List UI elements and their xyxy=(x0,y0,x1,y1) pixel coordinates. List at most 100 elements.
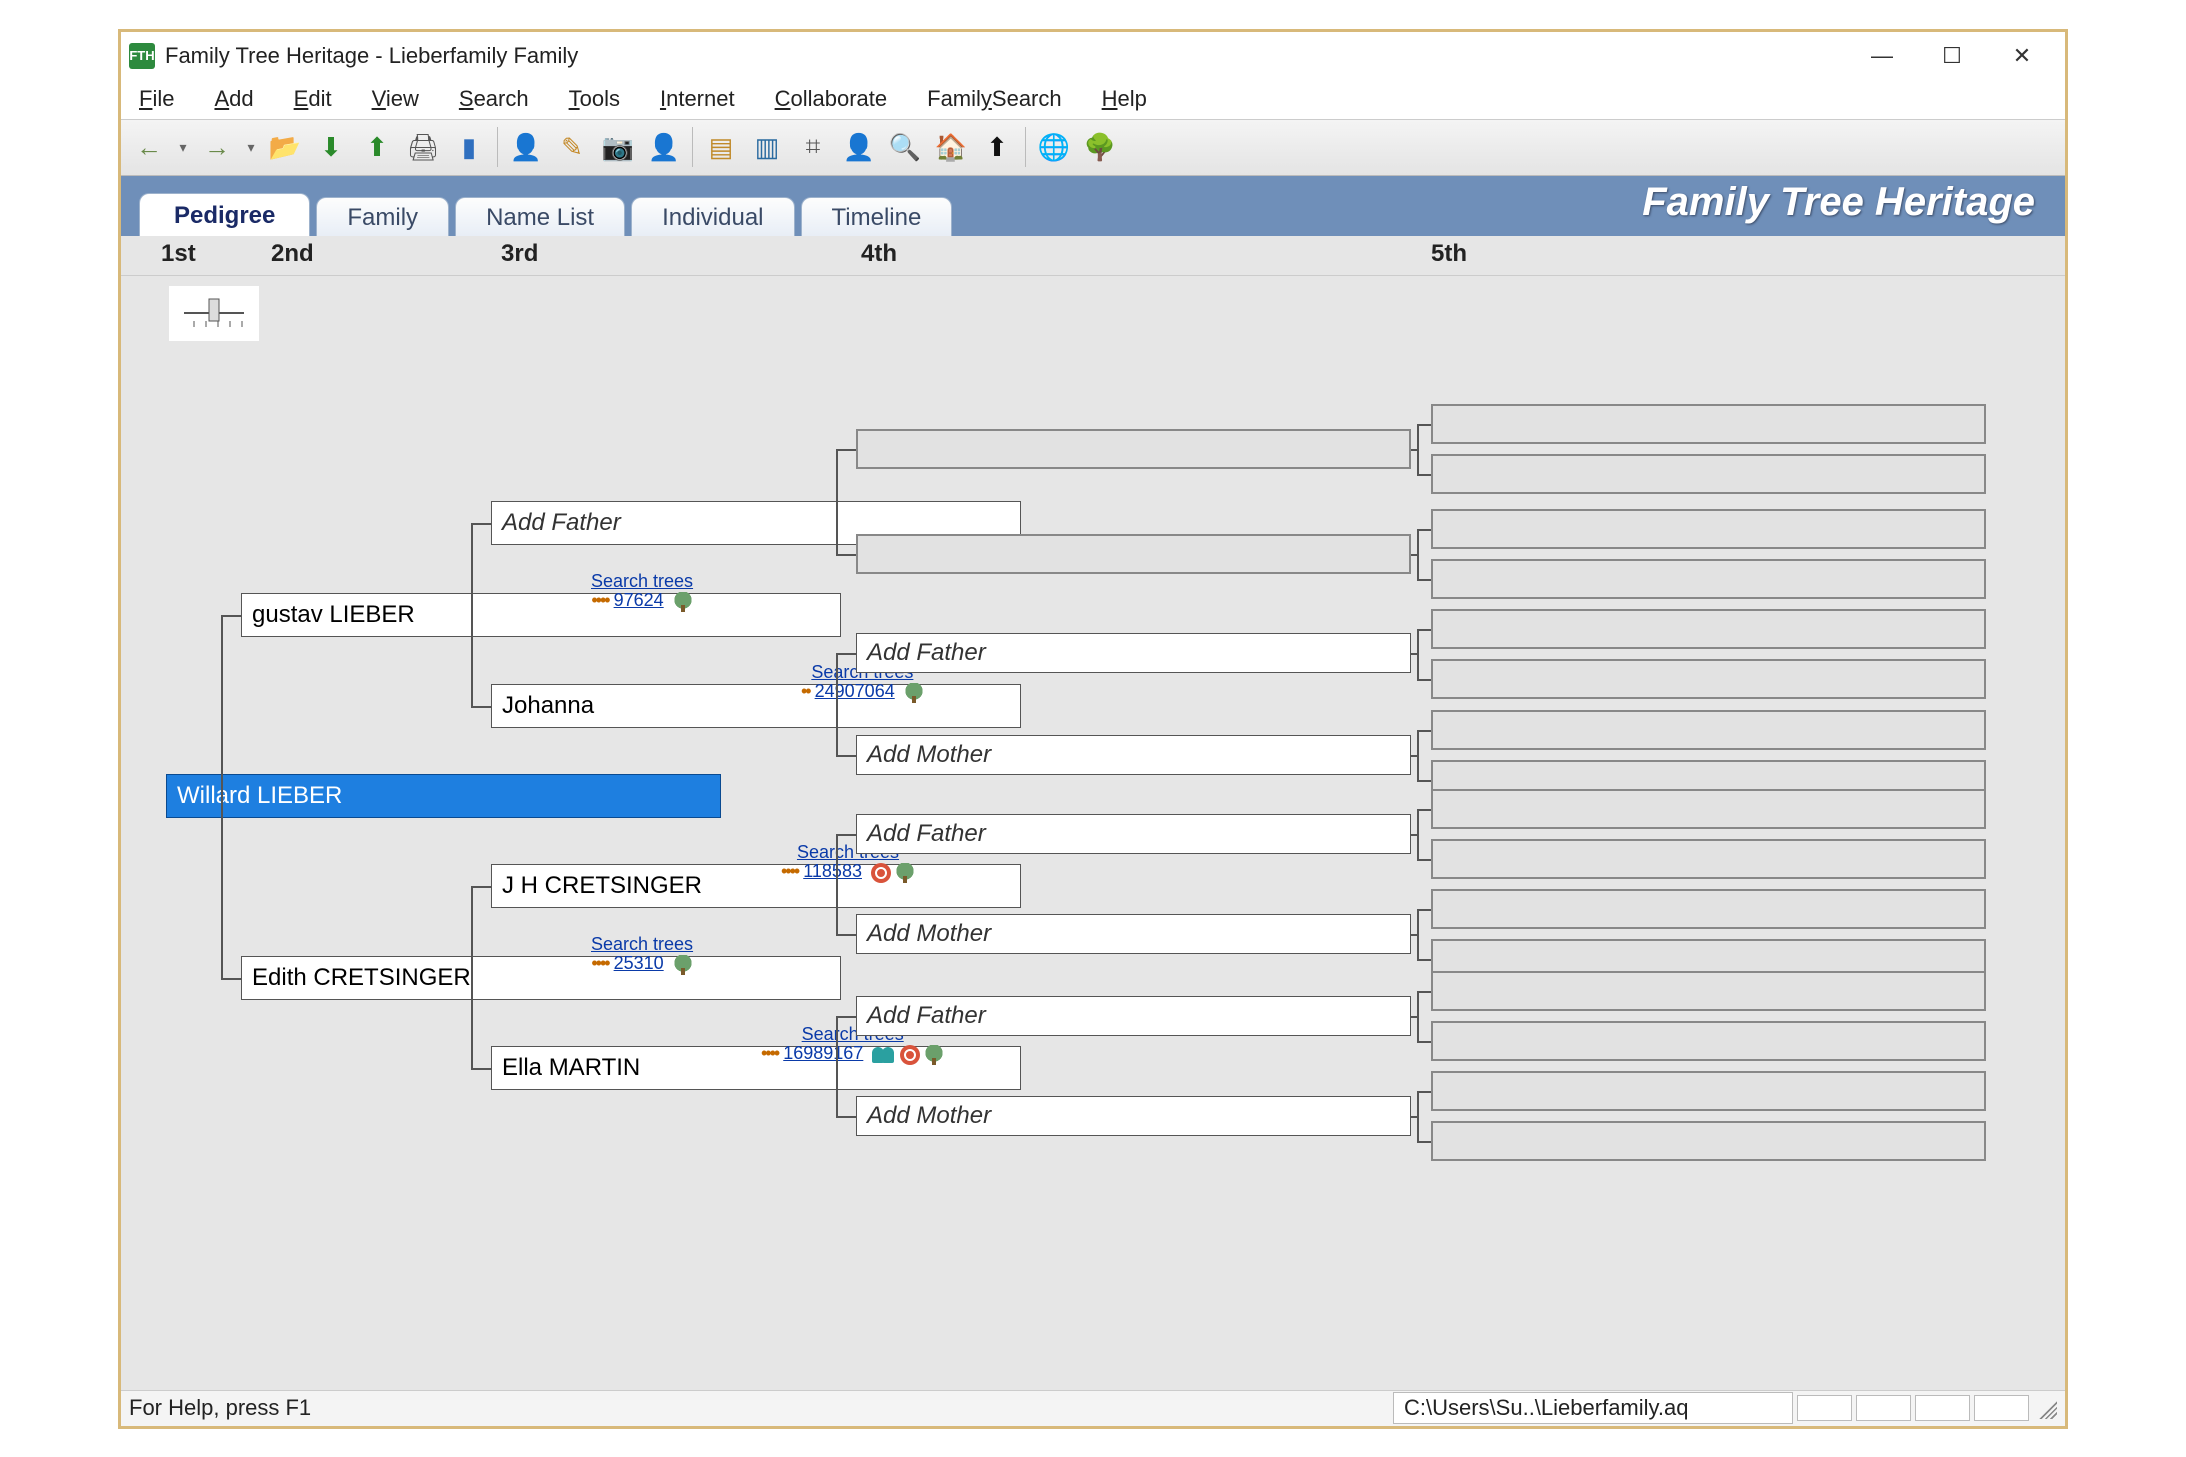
back-icon[interactable]: ← xyxy=(127,125,171,169)
back-dropdown-icon[interactable]: ▾ xyxy=(173,125,193,169)
person-gen5-slot-6[interactable] xyxy=(1431,710,1986,750)
status-cell-2 xyxy=(1856,1395,1911,1421)
view-tabs: Pedigree Family Name List Individual Tim… xyxy=(121,176,2065,236)
menu-tools[interactable]: Tools xyxy=(563,84,626,114)
gen-5-label: 5th xyxy=(1431,240,1467,268)
person-gen5-slot-0[interactable] xyxy=(1431,404,1986,444)
person-gen5-slot-8[interactable] xyxy=(1431,789,1986,829)
app-icon: FTH xyxy=(129,43,155,69)
toolbar: ←▾→▾📂⬇⬆🖨▮👤✎📷👤▤▥⌗👤🔍🏠⬆🌐🌳 xyxy=(121,120,2065,176)
menu-collaborate[interactable]: Collaborate xyxy=(769,84,894,114)
status-cell-1 xyxy=(1797,1395,1852,1421)
add-person-icon[interactable]: 👤 xyxy=(642,125,686,169)
person-gen4-mm-f[interactable]: Add Father xyxy=(856,996,1411,1036)
tab-namelist[interactable]: Name List xyxy=(455,197,625,236)
gen-4-label: 4th xyxy=(861,240,897,268)
tab-timeline[interactable]: Timeline xyxy=(801,197,953,236)
menu-bar: File Add Edit View Search Tools Internet… xyxy=(121,80,2065,120)
gen-3-label: 3rd xyxy=(501,240,538,268)
menu-help[interactable]: Help xyxy=(1096,84,1153,114)
person-gen4-fm-m[interactable]: Add Mother xyxy=(856,735,1411,775)
person-gen5-slot-2[interactable] xyxy=(1431,509,1986,549)
menu-familysearch[interactable]: FamilySearch xyxy=(921,84,1068,114)
person-gen3-fm[interactable]: Johanna xyxy=(491,684,1021,728)
person-gen4-mf-f[interactable]: Add Father xyxy=(856,814,1411,854)
person-gen5-slot-3[interactable] xyxy=(1431,559,1986,599)
menu-edit[interactable]: Edit xyxy=(288,84,338,114)
edit-notes-icon[interactable]: ✎ xyxy=(550,125,594,169)
report-icon[interactable]: ▤ xyxy=(699,125,743,169)
maximize-button[interactable]: ☐ xyxy=(1917,36,1987,76)
export-icon[interactable]: ⬆ xyxy=(355,125,399,169)
forward-dropdown-icon[interactable]: ▾ xyxy=(241,125,261,169)
dna-icon xyxy=(872,1045,896,1065)
brand-label: Family Tree Heritage xyxy=(1642,180,2035,225)
home-icon[interactable]: 🏠 xyxy=(929,125,973,169)
person-gen4-fm-f[interactable]: Add Father xyxy=(856,633,1411,673)
status-file-path: C:\Users\Su..\Lieberfamily.aq xyxy=(1393,1392,1793,1424)
window-title: Family Tree Heritage - Lieberfamily Fami… xyxy=(165,43,578,69)
tree-icon xyxy=(673,592,693,612)
status-cell-4 xyxy=(1974,1395,2029,1421)
tree-icon[interactable]: 🌳 xyxy=(1078,125,1122,169)
person-gen5-slot-1[interactable] xyxy=(1431,454,1986,494)
gen-1-label: 1st xyxy=(161,240,196,268)
status-help-text: For Help, press F1 xyxy=(129,1395,1393,1421)
person-gen4-mm-m[interactable]: Add Mother xyxy=(856,1096,1411,1136)
person-gen5-slot-9[interactable] xyxy=(1431,839,1986,879)
person-gen5-slot-10[interactable] xyxy=(1431,889,1986,929)
person-gen4-mf-m[interactable]: Add Mother xyxy=(856,914,1411,954)
title-bar: FTH Family Tree Heritage - Lieberfamily … xyxy=(121,32,2065,80)
match-icon xyxy=(871,863,891,883)
calendar-icon[interactable]: ▥ xyxy=(745,125,789,169)
print-icon[interactable]: 🖨 xyxy=(401,125,445,169)
bookmark-icon[interactable]: ▮ xyxy=(447,125,491,169)
status-cell-3 xyxy=(1915,1395,1970,1421)
person-gen5-slot-14[interactable] xyxy=(1431,1071,1986,1111)
tab-individual[interactable]: Individual xyxy=(631,197,794,236)
match-icon xyxy=(900,1045,920,1065)
person-gen5-slot-12[interactable] xyxy=(1431,971,1986,1011)
person-gen5-slot-13[interactable] xyxy=(1431,1021,1986,1061)
generation-slider[interactable] xyxy=(169,286,259,341)
person-gen3-mf[interactable]: J H CRETSINGER xyxy=(491,864,1021,908)
person-gen1[interactable]: Willard LIEBER xyxy=(166,774,721,818)
tree-icon xyxy=(673,955,693,975)
media-icon[interactable]: 📷 xyxy=(596,125,640,169)
tab-family[interactable]: Family xyxy=(316,197,449,236)
web-icon[interactable]: 🌐 xyxy=(1032,125,1076,169)
edit-person-icon[interactable]: 👤 xyxy=(504,125,548,169)
minimize-button[interactable]: — xyxy=(1847,36,1917,76)
resize-grip[interactable] xyxy=(2035,1397,2057,1419)
menu-view[interactable]: View xyxy=(366,84,425,114)
status-bar: For Help, press F1 C:\Users\Su..\Lieberf… xyxy=(121,1390,2065,1426)
app-window: FTH Family Tree Heritage - Lieberfamily … xyxy=(118,29,2068,1429)
find-icon[interactable]: 🔍 xyxy=(883,125,927,169)
search-trees-gen2-father[interactable]: Search trees •••• 97624 xyxy=(591,572,693,612)
open-folder-icon[interactable]: 📂 xyxy=(263,125,307,169)
up-arrow-icon[interactable]: ⬆ xyxy=(975,125,1019,169)
generation-header: 1st 2nd 3rd 4th 5th xyxy=(121,236,2065,276)
person-gen4-slot-0[interactable] xyxy=(856,429,1411,469)
person-gen5-slot-15[interactable] xyxy=(1431,1121,1986,1161)
menu-internet[interactable]: Internet xyxy=(654,84,741,114)
person-gen5-slot-5[interactable] xyxy=(1431,659,1986,699)
tree-icon xyxy=(924,1045,944,1065)
import-icon[interactable]: ⬇ xyxy=(309,125,353,169)
relationship-icon[interactable]: ⌗ xyxy=(791,125,835,169)
tree-icon xyxy=(895,863,915,883)
person-gen2-father[interactable]: gustav LIEBER xyxy=(241,593,841,637)
forward-icon[interactable]: → xyxy=(195,125,239,169)
search-trees-gen2-mother[interactable]: Search trees •••• 25310 xyxy=(591,935,693,975)
person-gen4-slot-1[interactable] xyxy=(856,534,1411,574)
menu-search[interactable]: Search xyxy=(453,84,535,114)
person-gen2-mother[interactable]: Edith CRETSINGER xyxy=(241,956,841,1000)
close-button[interactable]: ✕ xyxy=(1987,36,2057,76)
menu-add[interactable]: Add xyxy=(208,84,259,114)
person-gen5-slot-4[interactable] xyxy=(1431,609,1986,649)
record-icon[interactable]: 👤 xyxy=(837,125,881,169)
tab-pedigree[interactable]: Pedigree xyxy=(139,193,310,236)
gen-2-label: 2nd xyxy=(271,240,314,268)
menu-file[interactable]: File xyxy=(133,84,180,114)
pedigree-canvas: Willard LIEBER gustav LIEBER Search tree… xyxy=(121,276,2065,1390)
